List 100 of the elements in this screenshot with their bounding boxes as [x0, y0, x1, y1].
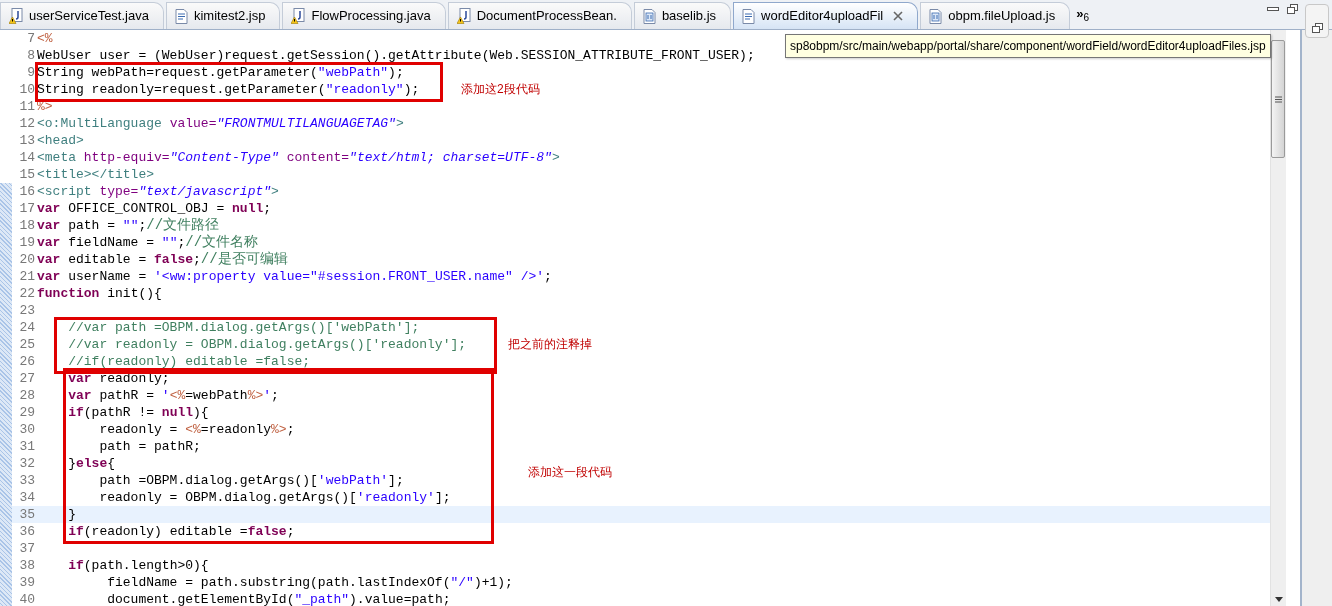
- vertical-scrollbar[interactable]: [1270, 30, 1286, 606]
- code-token: content=: [285, 150, 350, 165]
- line-number: 11: [18, 98, 36, 115]
- maximize-icon[interactable]: [1287, 4, 1298, 14]
- code-token: String webPath=request.getParameter(: [37, 65, 318, 80]
- code-token: <title></title>: [37, 167, 155, 182]
- code-token: var: [67, 388, 92, 403]
- code-token: WebUser user = (WebUser)request.getSession().getAttribute(Web.SESSION_ATTRIBUTE_FRONT_USER);: [37, 48, 755, 63]
- code-token: OFFICE_CONTROL_OBJ =: [67, 201, 226, 216]
- document-icon: [174, 8, 188, 24]
- file-path-tooltip: sp8obpm/src/main/webapp/portal/share/component/wordField/wordEditor4uploadFiles.jsp: [785, 34, 1271, 58]
- line-number: 27: [18, 370, 36, 387]
- code-token: <script: [37, 184, 92, 199]
- code-token: ;: [286, 422, 295, 437]
- code-token: <%: [37, 31, 53, 46]
- line-number: 12: [18, 115, 36, 132]
- code-token: init(){: [106, 286, 162, 301]
- code-token: %>: [247, 388, 264, 403]
- line-number: 24: [18, 319, 36, 336]
- code-token: false: [247, 524, 287, 539]
- code-token: ': [263, 388, 272, 403]
- line-number: 21: [18, 268, 36, 285]
- code-token: type=: [98, 184, 139, 199]
- code-token: <meta: [37, 150, 76, 165]
- code-token: if: [67, 558, 84, 573]
- code-token: false: [154, 252, 194, 267]
- line-number: 19: [18, 234, 36, 251]
- java-file-warning-icon: [291, 8, 306, 24]
- code-token: readonly =: [98, 422, 179, 437]
- code-token: userName =: [67, 269, 148, 284]
- code-token: "Content-Type": [169, 150, 279, 165]
- code-token: else: [76, 456, 108, 471]
- code-token: //是否可编辑: [200, 251, 288, 267]
- code-token: var: [37, 269, 61, 284]
- code-token: //文件名称: [185, 234, 259, 250]
- code-token: null: [232, 201, 264, 216]
- code-token: ){: [193, 405, 209, 420]
- line-number: 14: [18, 149, 36, 166]
- code-token: ;: [271, 388, 279, 403]
- script-file-icon: [642, 8, 656, 24]
- line-number: 23: [18, 302, 36, 319]
- editor-tab[interactable]: wordEditor4uploadFil: [733, 2, 919, 29]
- editor-tab[interactable]: baselib.js: [633, 2, 732, 29]
- line-number: 38: [18, 557, 36, 574]
- code-token: var: [37, 218, 61, 233]
- code-token: ).value=path;: [349, 592, 451, 606]
- line-number: 34: [18, 489, 36, 506]
- editor-tab[interactable]: kimitest2.jsp: [165, 2, 281, 29]
- code-token: "_path": [294, 592, 350, 606]
- code-token: ;: [193, 252, 201, 267]
- line-number: 16: [18, 183, 36, 200]
- line-number: 20: [18, 251, 36, 268]
- line-number: 22: [18, 285, 36, 302]
- close-icon[interactable]: [893, 11, 904, 21]
- code-token: {: [107, 456, 116, 471]
- line-number: 29: [18, 404, 36, 421]
- code-token: "readonly": [325, 82, 404, 97]
- code-token: ;: [286, 524, 295, 539]
- code-token: "/": [450, 575, 474, 590]
- editor-tab[interactable]: userServiceTest.java: [0, 2, 164, 29]
- line-number: 18: [18, 217, 36, 234]
- java-file-warning-icon: [456, 8, 471, 24]
- code-token: ];: [388, 473, 404, 488]
- editor-tab[interactable]: DocumentProcessBean.: [447, 2, 632, 29]
- code-token: <head>: [37, 133, 84, 148]
- code-token: var: [37, 201, 61, 216]
- code-token: readonly;: [98, 371, 170, 386]
- editor-tab[interactable]: FlowProcessing.java: [282, 2, 446, 29]
- code-token: 'readonly': [356, 490, 435, 505]
- line-number: 37: [18, 540, 36, 557]
- code-token: "text/javascript": [138, 184, 272, 199]
- line-number: 10: [18, 81, 36, 98]
- code-token: http-equiv=: [82, 150, 170, 165]
- code-token: "": [122, 218, 139, 233]
- line-number: 13: [18, 132, 36, 149]
- code-token: }: [67, 507, 76, 522]
- annotation-note: 添加这一段代码: [528, 463, 612, 481]
- code-token: (path.length>0){: [83, 558, 209, 573]
- annotation-note: 添加这2段代码: [461, 81, 540, 98]
- editor-tab[interactable]: obpm.fileUpload.js: [920, 2, 1071, 29]
- code-token: //var readonly = OBPM.dialog.getArgs()['readonly'];: [67, 337, 467, 352]
- scrollbar-thumb[interactable]: [1271, 40, 1285, 158]
- minimize-icon[interactable]: [1267, 5, 1279, 13]
- code-token: ;: [263, 201, 272, 216]
- line-number: 39: [18, 574, 36, 591]
- scroll-down-icon[interactable]: [1275, 597, 1283, 602]
- code-token: //if(readonly) editable =false;: [67, 354, 311, 369]
- code-token: "FRONTMULTILANGUAGETAG": [216, 116, 396, 131]
- java-file-warning-icon: [9, 8, 23, 24]
- code-token: if: [67, 524, 84, 539]
- line-number: 7: [26, 30, 36, 47]
- restore-icon[interactable]: [1311, 23, 1323, 33]
- code-token: '<ww:property value="#session.FRONT_USER.name" />': [154, 269, 545, 284]
- code-token: <%: [169, 388, 186, 403]
- code-token: ];: [434, 490, 451, 505]
- code-token: String readonly=request.getParameter(: [37, 82, 326, 97]
- code-token: (pathR !=: [83, 405, 156, 420]
- line-number: 35: [18, 506, 36, 523]
- code-token: editable =: [67, 252, 148, 267]
- code-token: "": [161, 235, 178, 250]
